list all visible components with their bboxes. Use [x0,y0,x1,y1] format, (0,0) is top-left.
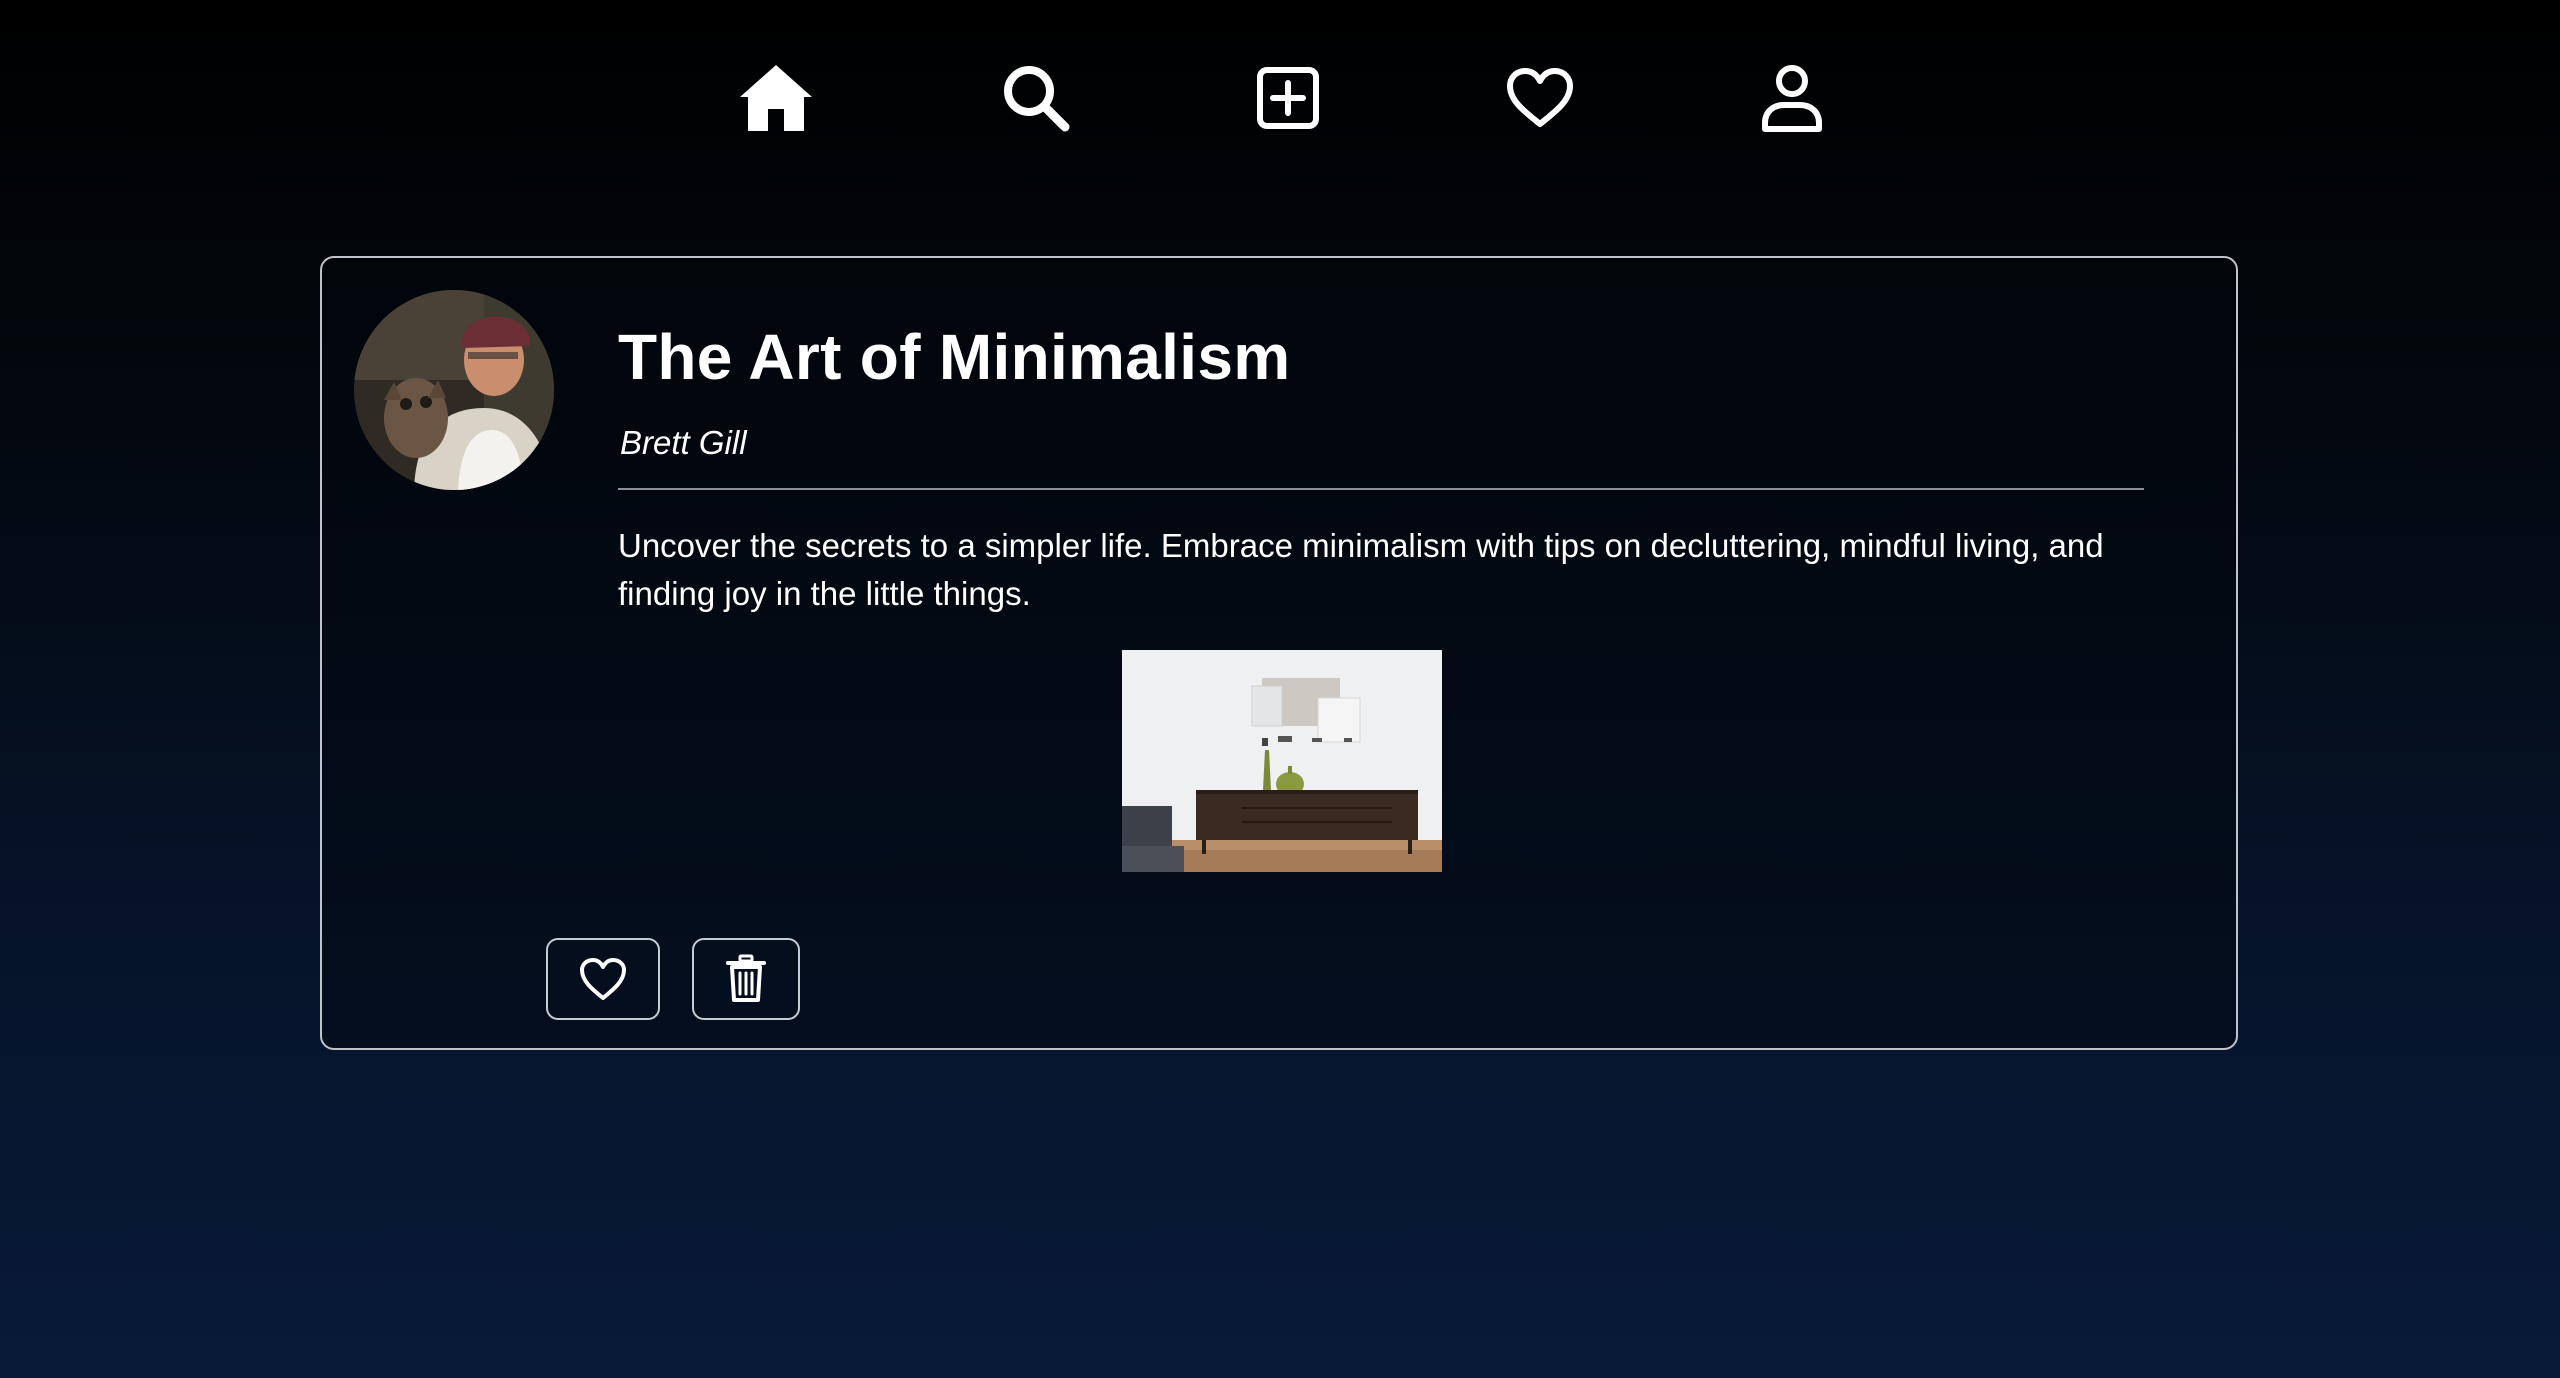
home-icon[interactable] [736,58,816,138]
post-author[interactable]: Brett Gill [620,424,747,462]
title-divider [618,488,2144,490]
post-card: The Art of Minimalism Brett Gill Uncover… [320,256,2238,1050]
top-navigation [0,0,2560,190]
like-button[interactable] [546,938,660,1020]
heart-outline-icon [580,958,626,1000]
search-icon[interactable] [996,58,1076,138]
author-avatar[interactable] [354,290,554,490]
add-post-icon[interactable] [1248,58,1328,138]
user-icon[interactable] [1752,58,1832,138]
post-body: Uncover the secrets to a simpler life. E… [618,527,2104,612]
delete-button[interactable] [692,938,800,1020]
trash-icon [726,954,766,1002]
post-title: The Art of Minimalism [618,321,1291,393]
post-image [1122,650,1442,872]
heart-icon[interactable] [1500,58,1580,138]
